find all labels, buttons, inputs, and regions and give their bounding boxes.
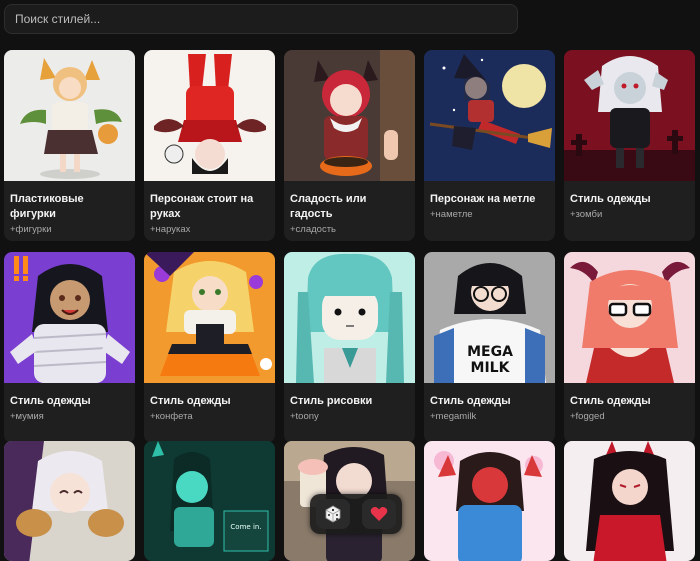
style-card-broom[interactable]: Персонаж на метле +наметле <box>424 50 555 241</box>
style-card-trick-or-treat[interactable]: Сладость или гадость +сладость <box>284 50 415 241</box>
card-tag: +зомби <box>570 209 603 220</box>
thumbnail-toony <box>284 252 415 383</box>
random-style-button[interactable] <box>316 499 350 529</box>
thumbnail-handstand <box>144 50 275 181</box>
card-tag: +мумия <box>10 411 44 422</box>
style-card-row3-2[interactable]: Come in. <box>144 441 275 561</box>
style-card-row3-1[interactable] <box>4 441 135 561</box>
thumbnail-red-girl <box>424 441 555 561</box>
thumbnail-devil <box>564 441 695 561</box>
style-card-figurines[interactable]: Пластиковые фигурки +фигурки <box>4 50 135 241</box>
thumbnail-bread <box>4 441 135 561</box>
card-title: Стиль одежды <box>150 395 231 407</box>
card-title: Стиль одежды <box>570 193 651 205</box>
thumbnail-fogged <box>564 252 695 383</box>
style-card-row3-5[interactable] <box>564 441 695 561</box>
thumbnail-trick-or-treat <box>284 50 415 181</box>
card-tag: +конфета <box>150 411 193 422</box>
card-title: Сладость или гадость <box>290 193 367 220</box>
style-card-candy[interactable]: Стиль одежды +конфета <box>144 252 275 443</box>
favorites-button[interactable] <box>362 499 396 529</box>
thumbnail-mummy <box>4 252 135 383</box>
card-title: Персонаж на метле <box>430 193 536 205</box>
thumbnail-zombie <box>564 50 695 181</box>
come-in-caption: Come in. <box>230 523 261 531</box>
card-title: Стиль одежды <box>10 395 91 407</box>
thumbnail-broom <box>424 50 555 181</box>
style-card-megamilk[interactable]: MEGA MILK Стиль одежды +megamilk <box>424 252 555 443</box>
thumbnail-teal-demon: Come in. <box>144 441 275 561</box>
card-tag: +toony <box>290 411 319 422</box>
card-tag: +фигурки <box>10 224 52 235</box>
card-tag: +megamilk <box>430 411 477 422</box>
thumbnail-megamilk: MEGA MILK <box>424 252 555 383</box>
floating-action-bar <box>310 494 402 534</box>
style-card-toony[interactable]: Стиль рисовки +toony <box>284 252 415 443</box>
card-tag: +fogged <box>570 411 605 422</box>
card-tag: +наруках <box>150 224 191 235</box>
card-title: Персонаж стоит на руках <box>150 193 254 220</box>
card-tag: +наметле <box>430 209 473 220</box>
dice-icon <box>325 505 341 523</box>
styles-grid: Пластиковые фигурки +фигурки Персонаж ст… <box>4 50 695 443</box>
card-title: Пластиковые фигурки <box>10 193 84 220</box>
card-title: Стиль одежды <box>570 395 651 407</box>
style-card-handstand[interactable]: Персонаж стоит на руках +наруках <box>144 50 275 241</box>
heart-icon <box>370 507 388 521</box>
card-title: Стиль рисовки <box>290 395 373 407</box>
card-tag: +сладость <box>290 224 337 235</box>
megamilk-text-1: MEGA <box>467 344 513 360</box>
search-input[interactable] <box>4 4 518 34</box>
megamilk-text-2: MILK <box>471 360 511 376</box>
thumbnail-candy <box>144 252 275 383</box>
thumbnail-figurines <box>4 50 135 181</box>
style-card-fogged[interactable]: Стиль одежды +fogged <box>564 252 695 443</box>
card-title: Стиль одежды <box>430 395 511 407</box>
style-card-row3-4[interactable] <box>424 441 555 561</box>
style-card-mummy[interactable]: Стиль одежды +мумия <box>4 252 135 443</box>
style-card-zombie[interactable]: Стиль одежды +зомби <box>564 50 695 241</box>
